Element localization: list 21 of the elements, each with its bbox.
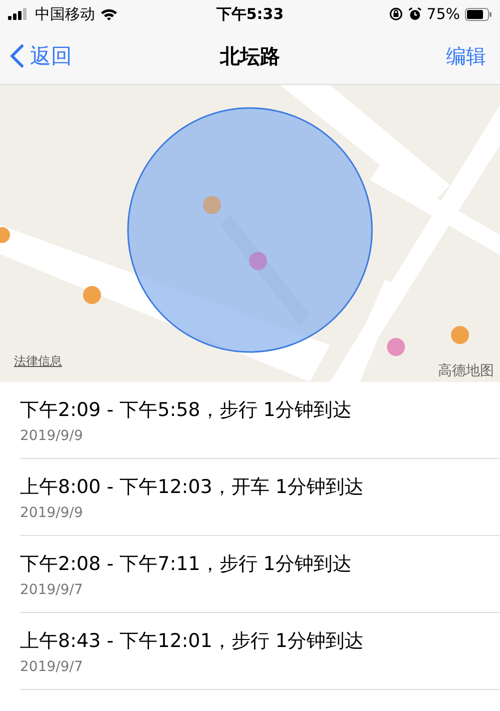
visit-time: 上午8:43 - 下午12:01，步行 1分钟到达	[20, 628, 364, 654]
status-time: 下午5:33	[216, 4, 284, 24]
visit-date: 2019/9/9	[20, 428, 83, 444]
legal-info-link[interactable]: 法律信息	[14, 353, 62, 370]
battery-icon	[465, 8, 492, 20]
visit-date: 2019/9/9	[20, 504, 83, 520]
visit-time: 下午2:08 - 下午7:11，步行 1分钟到达	[20, 552, 352, 576]
rotation-lock-icon	[388, 7, 403, 21]
visit-date: 2019/9/7	[20, 658, 83, 674]
visit-time: 上午8:00 - 下午12:03，开车 1分钟到达	[20, 474, 364, 500]
wifi-icon	[100, 8, 118, 20]
map-provider-label: 高德地图	[438, 362, 494, 380]
carrier-name: 中国移动	[35, 4, 95, 24]
battery-percent: 75%	[426, 5, 460, 23]
visit-time: 下午2:09 - 下午5:58，步行 1分钟到达	[20, 398, 352, 422]
nav-title: 北坛路	[220, 42, 280, 70]
alarm-icon	[408, 7, 422, 21]
back-button[interactable]: 返回	[10, 42, 72, 70]
visit-date: 2019/9/7	[20, 582, 83, 598]
back-chevron-icon	[10, 44, 24, 68]
edit-button[interactable]: 编辑	[446, 42, 486, 70]
